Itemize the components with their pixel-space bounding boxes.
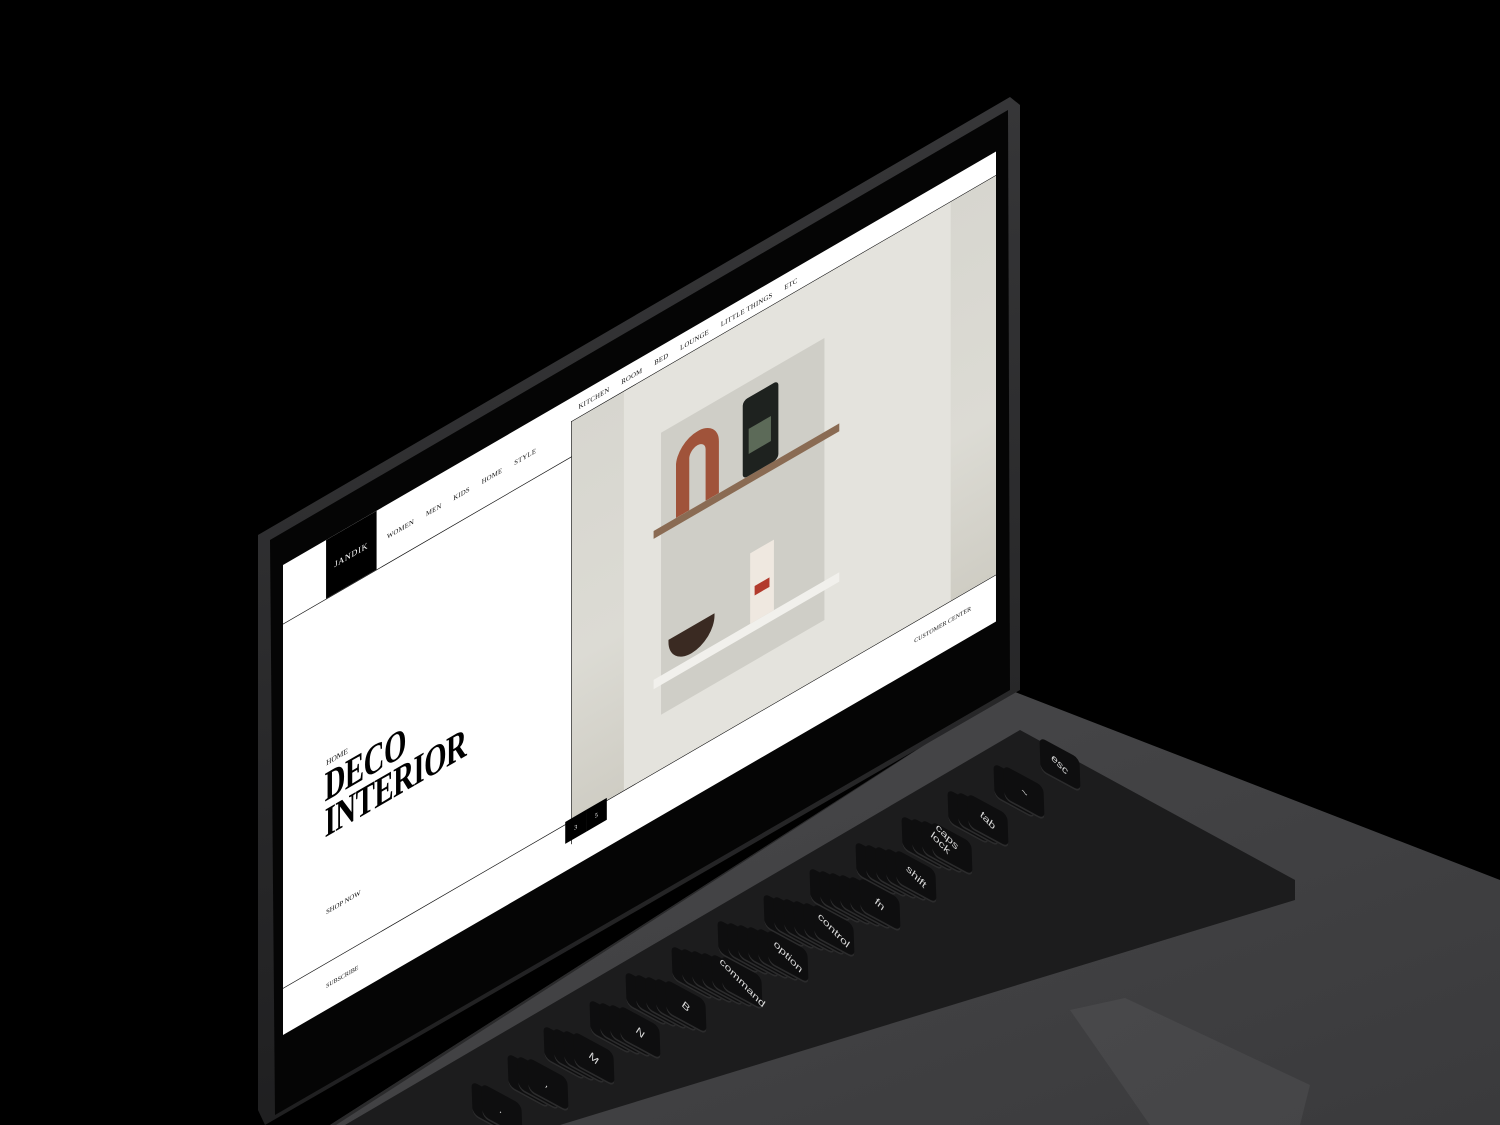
laptop-mockup-scene: escF1F2F3F4F5F6F7F8F9~1234567890tabQWERT… (0, 0, 1500, 1125)
slide-current: 3 (565, 809, 587, 844)
nav-item-men[interactable]: MEN (426, 501, 442, 518)
key-esc[interactable]: esc (1039, 736, 1081, 794)
subscribe-link[interactable]: SUBSCRIBE (326, 964, 358, 990)
nav-item-kids[interactable]: KIDS (453, 485, 469, 502)
category-bed[interactable]: BED (654, 351, 668, 367)
nav-item-home[interactable]: HOME (482, 466, 503, 486)
hero-title: DECO INTERIOR (325, 687, 467, 847)
category-etc[interactable]: ETC (784, 276, 797, 292)
shop-now-link[interactable]: SHOP NOW (326, 888, 360, 916)
nav-item-style[interactable]: STYLE (514, 446, 536, 467)
nav-item-women[interactable]: WOMEN (387, 517, 414, 541)
